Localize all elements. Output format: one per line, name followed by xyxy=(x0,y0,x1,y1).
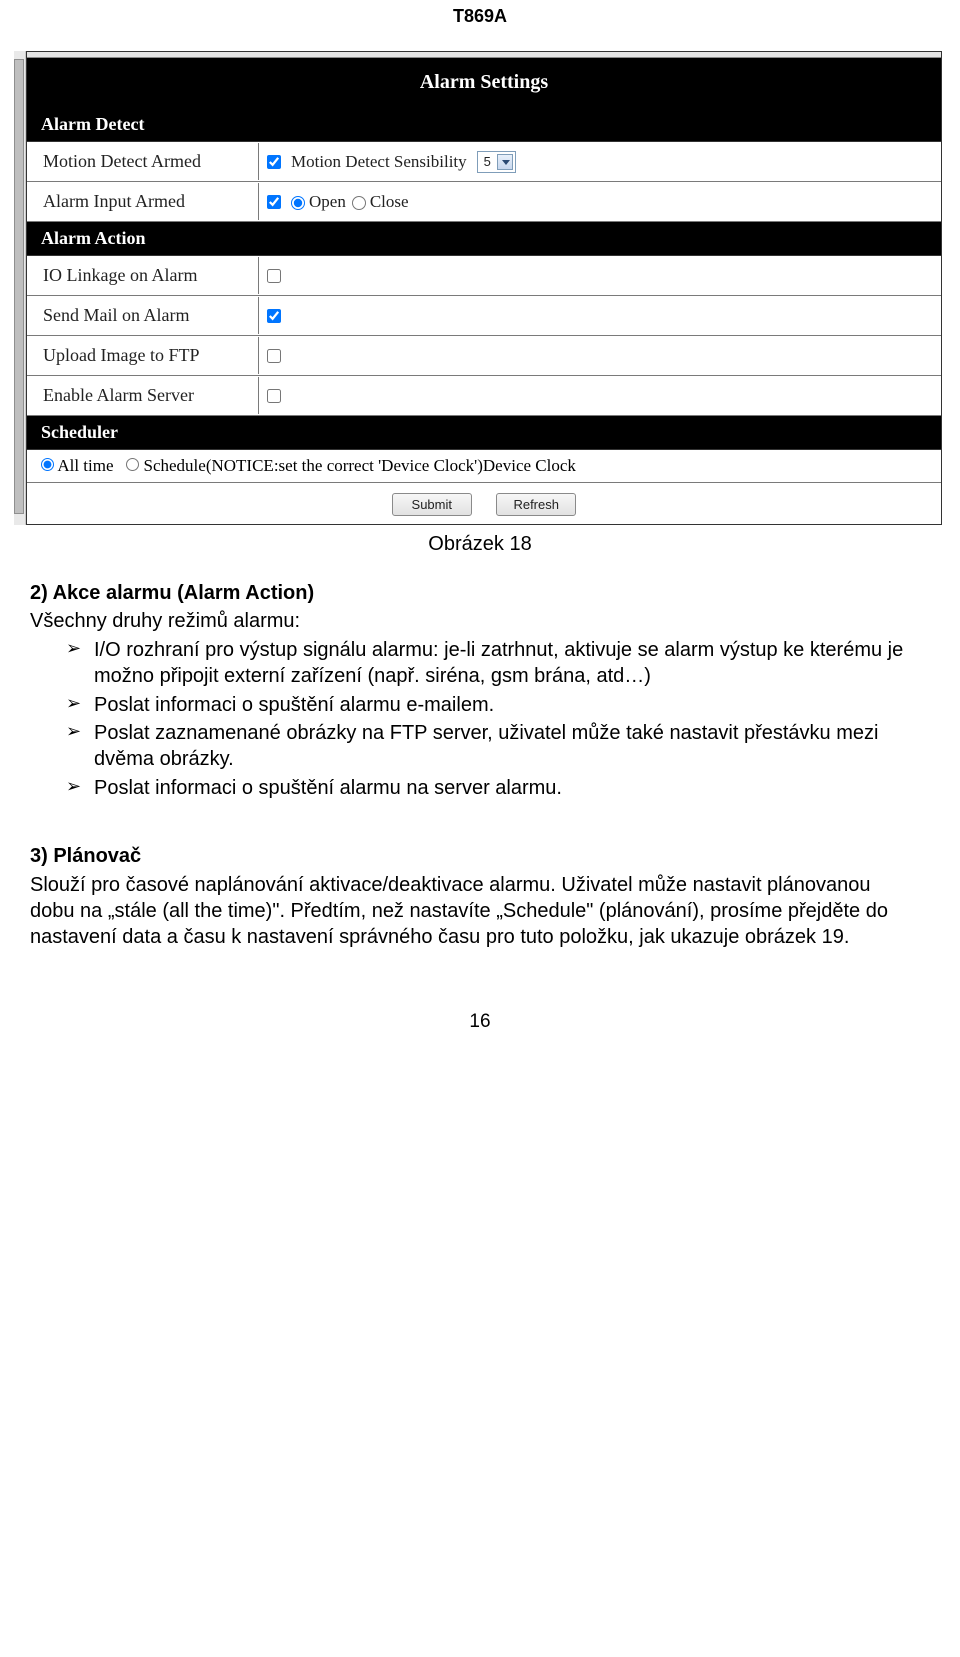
label-motion-sens: Motion Detect Sensibility xyxy=(291,152,467,172)
refresh-button[interactable]: Refresh xyxy=(496,493,576,516)
section3-body: Slouží pro časové naplánování aktivace/d… xyxy=(30,872,920,951)
section2-intro: Všechny druhy režimů alarmu: xyxy=(30,608,920,634)
row-upload-ftp: Upload Image to FTP xyxy=(27,336,941,376)
checkbox-send-mail[interactable] xyxy=(267,309,281,323)
label-motion-detect-armed: Motion Detect Armed xyxy=(27,143,259,180)
radio-close-label: Close xyxy=(370,192,409,211)
radio-open-label: Open xyxy=(309,192,346,211)
checkbox-io-linkage[interactable] xyxy=(267,269,281,283)
section-alarm-action: Alarm Action xyxy=(27,222,941,256)
row-send-mail: Send Mail on Alarm xyxy=(27,296,941,336)
section3-title: 3) Plánovač xyxy=(30,843,920,869)
scrollbar-track[interactable] xyxy=(14,51,26,525)
document-body: 2) Akce alarmu (Alarm Action) Všechny dr… xyxy=(0,580,960,951)
checkbox-enable-alarm-server[interactable] xyxy=(267,389,281,403)
list-item: Poslat informaci o spuštění alarmu e-mai… xyxy=(66,692,920,718)
label-alarm-input-armed: Alarm Input Armed xyxy=(27,183,259,220)
submit-button[interactable]: Submit xyxy=(392,493,472,516)
radio-close[interactable] xyxy=(352,196,366,210)
label-upload-ftp: Upload Image to FTP xyxy=(27,337,259,374)
row-alarm-input-armed: Alarm Input Armed Open Close xyxy=(27,182,941,222)
radio-open[interactable] xyxy=(291,196,305,210)
doc-header-code: T869A xyxy=(0,0,960,45)
chevron-down-icon xyxy=(497,154,513,170)
row-scheduler-mode: All time Schedule(NOTICE:set the correct… xyxy=(27,450,941,483)
button-row: Submit Refresh xyxy=(27,483,941,524)
label-send-mail: Send Mail on Alarm xyxy=(27,297,259,334)
radio-schedule-label: Schedule(NOTICE:set the correct 'Device … xyxy=(144,456,576,475)
section-alarm-detect: Alarm Detect xyxy=(27,108,941,142)
radio-schedule[interactable] xyxy=(126,458,139,471)
panel-title: Alarm Settings xyxy=(27,58,941,108)
radio-close-wrap[interactable]: Close xyxy=(352,192,409,212)
list-item: Poslat zaznamenané obrázky na FTP server… xyxy=(66,720,920,773)
section2-title: 2) Akce alarmu (Alarm Action) xyxy=(30,580,920,606)
radio-alltime-wrap[interactable]: All time xyxy=(41,456,114,475)
row-motion-detect-armed: Motion Detect Armed Motion Detect Sensib… xyxy=(27,142,941,182)
list-item: Poslat informaci o spuštění alarmu na se… xyxy=(66,775,920,801)
radio-alltime[interactable] xyxy=(41,458,54,471)
section-scheduler: Scheduler xyxy=(27,416,941,450)
list-item: I/O rozhraní pro výstup signálu alarmu: … xyxy=(66,637,920,690)
radio-schedule-wrap[interactable]: Schedule(NOTICE:set the correct 'Device … xyxy=(126,456,576,475)
radio-open-wrap[interactable]: Open xyxy=(291,192,346,212)
checkbox-motion-detect-armed[interactable] xyxy=(267,155,281,169)
checkbox-upload-ftp[interactable] xyxy=(267,349,281,363)
scrollbar-thumb[interactable] xyxy=(14,59,24,514)
row-io-linkage: IO Linkage on Alarm xyxy=(27,256,941,296)
dropdown-motion-sens-value: 5 xyxy=(484,154,491,169)
label-io-linkage: IO Linkage on Alarm xyxy=(27,257,259,294)
section2-bullets: I/O rozhraní pro výstup signálu alarmu: … xyxy=(30,637,920,801)
radio-alltime-label: All time xyxy=(57,456,113,475)
figure-caption: Obrázek 18 xyxy=(0,525,960,580)
dropdown-motion-sens[interactable]: 5 xyxy=(477,151,516,173)
label-enable-alarm-server: Enable Alarm Server xyxy=(27,377,259,414)
alarm-settings-panel: Alarm Settings Alarm Detect Motion Detec… xyxy=(14,45,942,525)
page-number: 16 xyxy=(0,951,960,1053)
checkbox-alarm-input-armed[interactable] xyxy=(267,195,281,209)
row-enable-alarm-server: Enable Alarm Server xyxy=(27,376,941,416)
